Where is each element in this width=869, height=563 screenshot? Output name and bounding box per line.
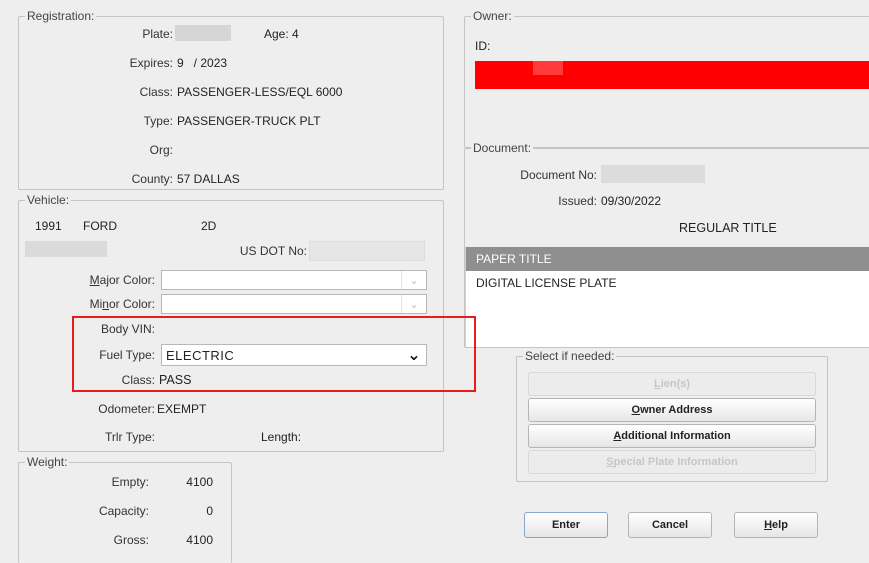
expires-label: Expires: — [129, 56, 173, 70]
county-value: 57 DALLAS — [177, 172, 240, 186]
chevron-down-icon[interactable]: ⌄ — [401, 271, 426, 289]
minor-color-label: Minor Color: — [89, 297, 155, 311]
highlight-box — [72, 316, 476, 392]
cancel-button[interactable]: Cancel — [628, 512, 712, 538]
document-no-redacted — [601, 165, 705, 183]
vehicle-year: 1991 — [35, 219, 62, 233]
weight-legend: Weight: — [25, 455, 70, 469]
major-color-select[interactable]: ⌄ — [161, 270, 427, 290]
trlr-type-label: Trlr Type: — [104, 430, 155, 444]
empty-value: 4100 — [186, 475, 213, 489]
minor-color-select[interactable]: ⌄ — [161, 294, 427, 314]
gross-value: 4100 — [186, 533, 213, 547]
list-item-digital-license-plate[interactable]: DIGITAL LICENSE PLATE — [466, 271, 869, 295]
vehicle-make: FORD — [83, 219, 117, 233]
plate-redacted — [175, 25, 231, 41]
select-if-needed-legend: Select if needed: — [523, 349, 617, 363]
issued-value: 09/30/2022 — [601, 194, 662, 208]
empty-label: Empty: — [111, 475, 149, 489]
chevron-down-icon[interactable]: ⌄ — [401, 295, 426, 313]
document-no-label: Document No: — [520, 168, 597, 182]
class-value: PASSENGER-LESS/EQL 6000 — [177, 85, 343, 99]
odometer-label: Odometer: — [98, 402, 155, 416]
major-color-label: Major Color: — [89, 273, 155, 287]
liens-button[interactable]: Lien(s) — [528, 372, 816, 396]
owner-redacted-light — [533, 61, 563, 75]
expires-value: 9 / 2023 — [177, 56, 228, 70]
type-label: Type: — [143, 114, 173, 128]
type-value: PASSENGER-TRUCK PLT — [177, 114, 321, 128]
gross-label: Gross: — [113, 533, 149, 547]
owner-legend: Owner: — [471, 9, 514, 23]
weight-group: Weight: Empty: 4100 Capacity: 0 Gross: 4… — [18, 455, 232, 563]
length-label: Length: — [261, 430, 302, 444]
vehicle-legend: Vehicle: — [25, 193, 72, 207]
vehicle-body: 2D — [201, 219, 217, 233]
capacity-value: 0 — [206, 504, 213, 518]
registration-legend: Registration: — [25, 9, 97, 23]
owner-group: Owner: ID: — [464, 9, 869, 148]
list-item-paper-title[interactable]: PAPER TITLE — [466, 247, 869, 271]
org-label: Org: — [149, 143, 173, 157]
usdot-field — [309, 241, 425, 261]
document-group: Document: Document No: Issued: 09/30/202… — [464, 141, 869, 348]
additional-information-button[interactable]: Additional Information — [528, 424, 816, 448]
county-label: County: — [131, 172, 173, 186]
select-if-needed-group: Select if needed: Lien(s) Owner Address … — [516, 349, 828, 482]
owner-id-label: ID: — [475, 39, 491, 53]
class-label: Class: — [139, 85, 173, 99]
capacity-label: Capacity: — [98, 504, 149, 518]
issued-label: Issued: — [558, 194, 597, 208]
usdot-label: US DOT No: — [239, 244, 307, 258]
plate-label: Plate: — [142, 27, 173, 41]
owner-address-button[interactable]: Owner Address — [528, 398, 816, 422]
vin-redacted — [25, 241, 107, 257]
odometer-value: EXEMPT — [157, 402, 207, 416]
enter-button[interactable]: Enter — [524, 512, 608, 538]
title-type: REGULAR TITLE — [679, 221, 777, 235]
age-label: Age: 4 — [264, 27, 299, 41]
document-legend: Document: — [471, 141, 534, 155]
help-button[interactable]: Help — [734, 512, 818, 538]
registration-group: Registration: Plate: Age: 4 Expires: 9 /… — [18, 9, 444, 190]
title-options-list[interactable]: PAPER TITLE DIGITAL LICENSE PLATE — [465, 247, 869, 347]
special-plate-information-button[interactable]: Special Plate Information — [528, 450, 816, 474]
